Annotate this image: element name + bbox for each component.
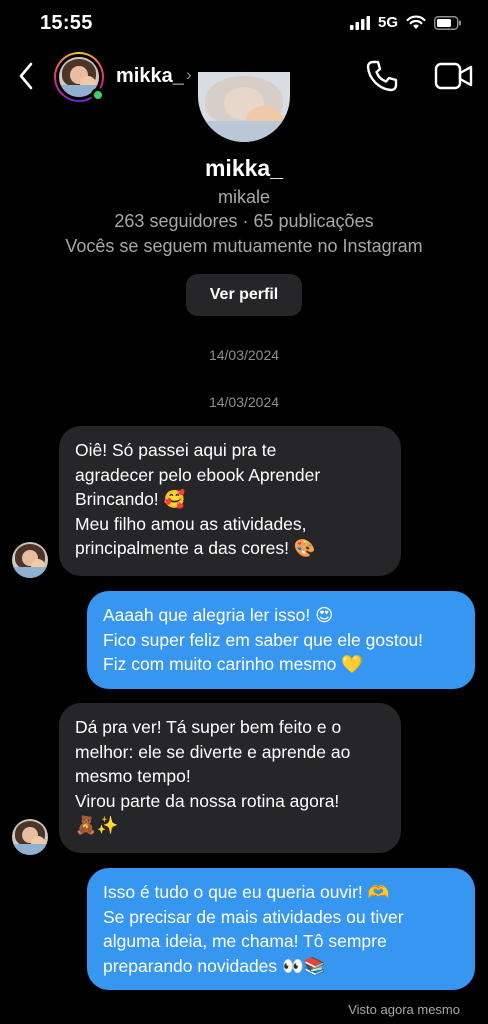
avatar-photo xyxy=(12,819,48,855)
video-call-button[interactable] xyxy=(434,58,474,94)
message-bubble-incoming[interactable]: Dá pra ver! Tá super bem feito e o melho… xyxy=(59,703,401,853)
wifi-icon xyxy=(406,15,426,29)
profile-avatar[interactable] xyxy=(198,72,290,142)
view-profile-button[interactable]: Ver perfil xyxy=(186,274,302,316)
message-line: Fico super feliz em saber que ele gostou… xyxy=(103,629,424,650)
message-line: Aaaah que alegria ler isso! 😍 xyxy=(103,605,334,625)
message-line: Brincando! 🥰 xyxy=(75,489,186,509)
message-bubble-outgoing[interactable]: Isso é tudo o que eu queria ouvir! 🫶 Se … xyxy=(87,868,475,990)
message-line: Oiê! Só passei aqui pra te xyxy=(75,440,277,460)
message-line: agradecer pelo ebook Aprender xyxy=(75,464,321,485)
message-bubble-incoming[interactable]: Oiê! Só passei aqui pra te agradecer pel… xyxy=(59,426,401,576)
sender-avatar[interactable] xyxy=(12,542,48,578)
status-time: 15:55 xyxy=(40,12,93,34)
message-line: 🧸✨ xyxy=(75,815,119,835)
sender-avatar[interactable] xyxy=(12,819,48,855)
chevron-right-icon[interactable]: › xyxy=(186,65,192,85)
message-line: Se precisar de mais atividades ou tiver xyxy=(103,906,404,927)
message-line: Isso é tudo o que eu queria ouvir! 🫶 xyxy=(103,882,390,902)
message-line: Dá pra ver! Tá super bem feito e o xyxy=(75,717,342,737)
avatar-photo xyxy=(12,542,48,578)
message-line: Virou parte da nossa rotina agora! xyxy=(75,790,340,811)
profile-stats: 263 seguidores · 65 publicações xyxy=(114,211,374,231)
back-button[interactable] xyxy=(12,60,40,92)
message-line: Fiz com muito carinho mesmo 💛 xyxy=(103,654,364,674)
phone-icon xyxy=(366,60,398,92)
seen-status: Visto agora mesmo xyxy=(348,1002,460,1017)
profile-handle: mikale xyxy=(217,187,270,207)
profile-photo xyxy=(198,72,290,142)
mutual-follow-text: Vocês se seguem mutuamente no Instagram xyxy=(65,236,423,256)
message-line: mesmo tempo! xyxy=(75,766,191,786)
message-bubble-outgoing[interactable]: Aaaah que alegria ler isso! 😍 Fico super… xyxy=(87,591,475,689)
date-separator: 14/03/2024 xyxy=(208,394,280,410)
video-camera-icon xyxy=(434,62,473,90)
chevron-left-icon xyxy=(19,62,33,90)
status-icons: 5G xyxy=(349,14,462,31)
message-line: melhor: ele se diverte e aprende ao xyxy=(75,741,351,762)
message-line: alguma ideia, me chama! Tô sempre xyxy=(103,931,387,951)
message-line: preparando novidades 👀📚 xyxy=(103,955,326,976)
network-type: 5G xyxy=(377,14,398,31)
message-line: Meu filho amou as atividades, xyxy=(75,513,307,534)
audio-call-button[interactable] xyxy=(364,58,400,94)
date-separator: 14/03/2024 xyxy=(208,347,280,363)
header-username[interactable]: mikka_ xyxy=(116,65,184,88)
message-line: principalmente a das cores! 🎨 xyxy=(75,538,316,558)
cellular-signal-icon xyxy=(349,15,370,30)
online-status-dot xyxy=(91,88,105,102)
battery-icon xyxy=(434,15,461,30)
profile-name: mikka_ xyxy=(204,155,283,181)
status-bar: 15:55 5G xyxy=(0,0,488,46)
